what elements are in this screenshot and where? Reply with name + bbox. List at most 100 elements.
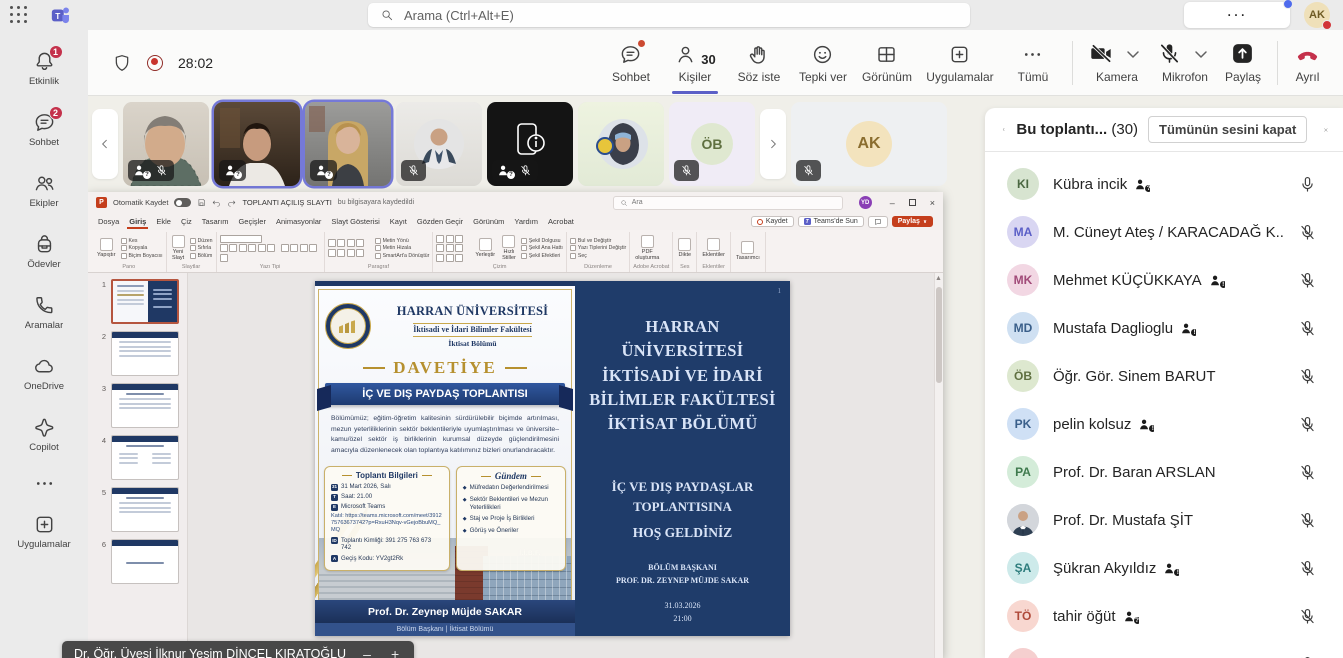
leave-button[interactable]: Ayrıl [1294, 41, 1321, 84]
ppt-menu-acrobat[interactable]: Acrobat [548, 217, 574, 226]
participant-row[interactable]: ŞAŞükran Akyıldız! [985, 544, 1343, 592]
video-tile-young-man[interactable]: ? [214, 102, 300, 186]
ribbon-small-seç[interactable]: Seç [570, 253, 626, 259]
ppt-menu-gözden-geçir[interactable]: Gözden Geçir [417, 217, 463, 226]
thumbnail-preview[interactable] [111, 331, 179, 376]
participant-row[interactable]: KIKübra incik? [985, 160, 1343, 208]
zoom-in-button[interactable]: + [388, 646, 402, 658]
security-shield-icon[interactable] [112, 53, 132, 73]
ppt-menu-geçişler[interactable]: Geçişler [238, 217, 266, 226]
microphone-control[interactable]: Mikrofon [1157, 41, 1213, 84]
participant-row[interactable]: TÖtahir öğüt? [985, 592, 1343, 640]
participant-row-partial[interactable] [985, 640, 1343, 658]
toolbar-button-tepki-ver[interactable]: Tepki ver [794, 41, 852, 84]
ribbon-button-yerleştir[interactable]: Yerleştir [473, 237, 497, 259]
video-tile-AK[interactable]: AK [791, 102, 947, 186]
ribbon-small-smartart'a-dönüştür[interactable]: SmartArt'a Dönüştür [375, 253, 430, 259]
video-tile-man-in-tie[interactable] [396, 102, 482, 186]
ribbon-small-şekil-ana-hattı[interactable]: Şekil Ana Hattı [521, 245, 563, 251]
ppt-menu-animasyonlar[interactable]: Animasyonlar [276, 217, 321, 226]
thumbnail-preview[interactable] [111, 539, 179, 584]
thumbnail-preview[interactable] [111, 435, 179, 480]
topbar-more-button[interactable]: ... [1184, 2, 1290, 28]
sidebar-item-sohbet[interactable]: 2Sohbet [0, 99, 88, 160]
ppt-menu-çiz[interactable]: Çiz [181, 217, 192, 226]
strip-scroll-left-button[interactable] [92, 109, 118, 179]
share-control[interactable]: Paylaş [1225, 41, 1261, 84]
sidebar-item--devler[interactable]: Ödevler [0, 221, 88, 282]
toolbar-button-kişiler[interactable]: 30Kişiler [666, 41, 724, 84]
ribbon-small-düzen[interactable]: Düzen [190, 238, 213, 244]
ppt-menu-slayt-gösterisi[interactable]: Slayt Gösterisi [331, 217, 379, 226]
participant-row[interactable]: MDMustafa Daglioglu! [985, 304, 1343, 352]
mic-off-icon[interactable] [1157, 41, 1182, 66]
mic-off-icon[interactable] [1298, 271, 1317, 290]
participant-row[interactable]: PKpelin kolsuz! [985, 400, 1343, 448]
mic-chevron-icon[interactable] [1189, 42, 1213, 66]
ribbon-small-sıfırla[interactable]: Sıfırla [190, 245, 213, 251]
ribbon-small-şekil-dolgusu[interactable]: Şekil Dolgusu [521, 238, 563, 244]
mic-off-icon[interactable] [1298, 607, 1317, 626]
ribbon-small-bölüm[interactable]: Bölüm [190, 253, 213, 259]
minimize-button[interactable]: – [890, 198, 895, 208]
ppt-profile-avatar[interactable]: YD [859, 196, 872, 209]
participant-row[interactable]: Prof. Dr. Mustafa ŞİT [985, 496, 1343, 544]
ribbon-button-yeni-slayt[interactable]: YeniSlayt [170, 234, 187, 262]
search-input[interactable]: Arama (Ctrl+Alt+E) [368, 3, 970, 27]
ribbon-button-yapıştır[interactable]: Yapıştır [95, 237, 118, 259]
slide-thumbnail-6[interactable]: 6 [98, 539, 187, 584]
quick-access-toolbar[interactable] [197, 198, 236, 207]
app-launcher-icon[interactable] [10, 6, 28, 24]
scrollbar-thumb[interactable] [936, 287, 942, 383]
ribbon-small-yazı-tiplerini-değiştir[interactable]: Yazı Tiplerini Değiştir [570, 245, 626, 251]
sidebar-item-copilot[interactable]: Copilot [0, 404, 88, 465]
mic-off-icon[interactable] [1298, 415, 1317, 434]
mic-off-icon[interactable] [1298, 463, 1317, 482]
ribbon-button-hızlı-stiller[interactable]: HızlıStiller [500, 234, 518, 262]
ppt-menu-tasarım[interactable]: Tasarım [202, 217, 229, 226]
share-screen-icon[interactable] [1230, 41, 1255, 66]
video-tile-ÖB[interactable]: ÖB [669, 102, 755, 186]
record-button[interactable]: Kaydet [751, 216, 794, 227]
sidebar-item-ekipler[interactable]: Ekipler [0, 160, 88, 221]
ribbon-small-biçim-boyacısı[interactable]: Biçim Boyacısı [121, 253, 163, 259]
slide-thumbnail-2[interactable]: 2 [98, 331, 187, 376]
ppt-menu-ekle[interactable]: Ekle [156, 217, 171, 226]
ribbon-small-metin-hizala[interactable]: Metin Hizala [375, 245, 430, 251]
zoom-out-button[interactable]: – [360, 646, 374, 658]
slide-scrollbar[interactable]: ▲ [934, 273, 943, 658]
video-tile-gray-haired-man[interactable]: ? [123, 102, 209, 186]
ppt-share-button[interactable]: Paylaş∨ [892, 216, 933, 227]
ribbon-small-kes[interactable]: Kes [121, 238, 163, 244]
mic-off-icon[interactable] [1298, 319, 1317, 338]
toolbar-button-söz-iste[interactable]: Söz iste [730, 41, 788, 84]
thumbnail-preview[interactable] [111, 487, 179, 532]
autosave-toggle[interactable] [174, 198, 191, 207]
ppt-menu-görünüm[interactable]: Görünüm [473, 217, 504, 226]
participant-row[interactable]: MKMehmet KÜÇÜKKAYA! [985, 256, 1343, 304]
ribbon-small-metin-yönü[interactable]: Metin Yönü [375, 238, 430, 244]
ppt-menu-kayıt[interactable]: Kayıt [390, 217, 407, 226]
ribbon-button-tasarımcı[interactable]: Tasarımcı [734, 240, 762, 262]
sidebar-item-aramalar[interactable]: Aramalar [0, 282, 88, 343]
redo-icon[interactable] [227, 198, 236, 207]
mic-off-icon[interactable] [1298, 511, 1317, 530]
thumbnail-preview[interactable] [111, 383, 179, 428]
toolbar-button-sohbet[interactable]: Sohbet [602, 41, 660, 84]
toolbar-button-görünüm[interactable]: Görünüm [858, 41, 916, 84]
mic-off-icon[interactable] [1298, 559, 1317, 578]
participant-row[interactable]: MAM. Cüneyt Ateş / KARACADAĞ K...? [985, 208, 1343, 256]
ribbon-button-pdf-oluşturma[interactable]: PDFoluşturma [633, 234, 661, 262]
mic-off-icon[interactable] [1298, 655, 1317, 658]
saved-status[interactable]: bu bilgisayara kaydedildi [338, 199, 414, 206]
ppt-menu-yardım[interactable]: Yardım [514, 217, 538, 226]
slide-thumbnail-1[interactable]: 1 [98, 279, 187, 324]
comments-button[interactable] [868, 216, 888, 228]
ppt-search-input[interactable]: Ara [613, 196, 843, 210]
back-chevron-icon[interactable] [1001, 122, 1006, 137]
video-tile-woman-headscarf[interactable] [578, 102, 664, 186]
mic-off-icon[interactable] [1298, 367, 1317, 386]
shared-powerpoint-window[interactable]: P Otomatik Kaydet TOPLANTI AÇILIŞ SLAYTI… [88, 192, 943, 658]
ribbon-small-bul-ve-değiştir[interactable]: Bul ve Değiştir [570, 238, 626, 244]
slide-thumbnail-4[interactable]: 4 [98, 435, 187, 480]
